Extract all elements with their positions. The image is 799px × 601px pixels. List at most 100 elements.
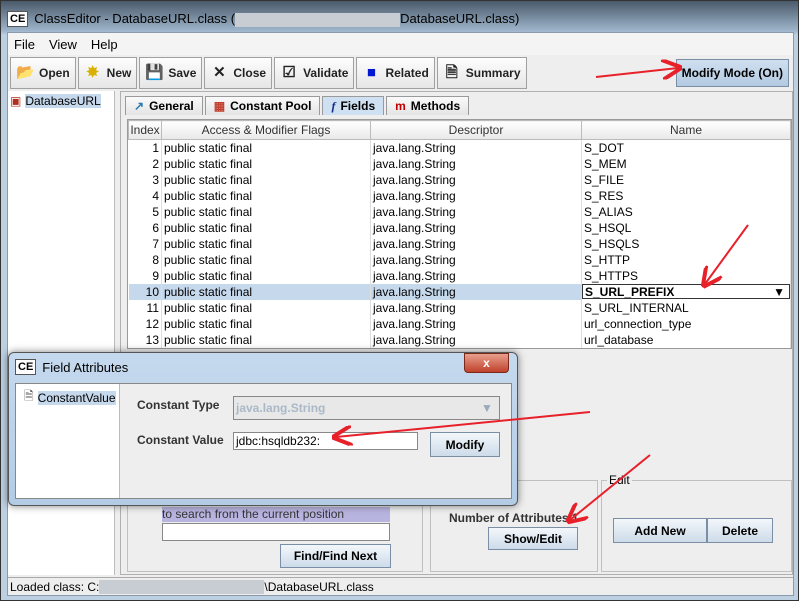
cell-flags[interactable]: public static final [161,267,371,284]
table-row[interactable]: 4 public static final java.lang.String S_RE… [128,187,791,204]
cell-descriptor[interactable]: java.lang.String [370,171,582,188]
cell-flags[interactable]: public static final [161,331,371,348]
add-new-button[interactable]: Add New [613,518,707,543]
validate-button[interactable]: ☑ Validate [274,57,355,89]
cell-descriptor[interactable]: java.lang.String [370,267,582,284]
cell-descriptor[interactable]: java.lang.String [370,219,582,236]
tab-methods[interactable]: m Methods [386,96,470,115]
menu-file[interactable]: File [14,37,35,52]
cell-name[interactable]: S_DOT [581,139,791,156]
cell-descriptor[interactable]: java.lang.String [370,187,582,204]
table-row[interactable]: 6 public static final java.lang.String S_HS… [128,219,791,236]
col-index[interactable]: Index [128,120,162,140]
cell-flags[interactable]: public static final [161,187,371,204]
cell-flags[interactable]: public static final [161,203,371,220]
tree-node-constantvalue[interactable]: 🗎 ConstantValue [24,387,120,408]
table-row[interactable]: 2 public static final java.lang.String S_ME… [128,155,791,172]
table-row[interactable]: 12 public static final java.lang.String url… [128,315,791,332]
modify-mode-toggle[interactable]: Modify Mode (On) [675,59,789,87]
menu-view[interactable]: View [49,37,77,52]
cell-name[interactable]: S_FILE [581,171,791,188]
dialog-title: Field Attributes [42,359,129,375]
summary-button[interactable]: 🗎 Summary [436,57,527,89]
cell-flags[interactable]: public static final [161,155,371,172]
search-input[interactable] [162,523,390,541]
cell-index[interactable]: 13 [128,331,162,348]
cell-descriptor[interactable]: java.lang.String [370,299,582,316]
name-editor[interactable]: S_URL_PREFIX ▼ [582,284,790,299]
cell-descriptor[interactable]: java.lang.String [370,251,582,268]
cell-index[interactable]: 7 [128,235,162,252]
cell-index[interactable]: 10 [128,283,162,300]
tab-fields[interactable]: f Fields [322,96,385,115]
dialog-close-button[interactable]: x [464,353,509,373]
cell-name[interactable]: S_URL_PREFIX ▼ [581,283,791,300]
cell-name[interactable]: S_ALIAS [581,203,791,220]
delete-button[interactable]: Delete [707,518,773,543]
new-button[interactable]: ✸ New [77,57,138,89]
col-flags[interactable]: Access & Modifier Flags [161,120,371,140]
tab-constant-pool[interactable]: ▦ Constant Pool [204,96,321,115]
cell-flags[interactable]: public static final [161,283,371,300]
cell-index[interactable]: 2 [128,155,162,172]
col-name[interactable]: Name [581,120,791,140]
table-row[interactable]: 11 public static final java.lang.String S_U… [128,299,791,316]
cell-descriptor[interactable]: java.lang.String [370,203,582,220]
cell-index[interactable]: 12 [128,315,162,332]
menu-help[interactable]: Help [91,37,118,52]
cell-index[interactable]: 11 [128,299,162,316]
tree-node-class[interactable]: ▣ DatabaseURL [8,91,114,111]
cell-name[interactable]: S_RES [581,187,791,204]
cell-index[interactable]: 9 [128,267,162,284]
tab-general[interactable]: ↗ General [125,96,203,115]
cell-flags[interactable]: public static final [161,235,371,252]
open-button[interactable]: 📂 Open [10,57,76,89]
chevron-down-icon[interactable]: ▼ [769,285,789,299]
related-button[interactable]: ■ Related [356,57,435,89]
cell-descriptor[interactable]: java.lang.String [370,283,582,300]
table-row[interactable]: 3 public static final java.lang.String S_FI… [128,171,791,188]
cell-name[interactable]: S_HTTP [581,251,791,268]
table-row[interactable]: 13 public static final java.lang.String url… [128,331,791,348]
table-row[interactable]: 8 public static final java.lang.String S_HT… [128,251,791,268]
cell-descriptor[interactable]: java.lang.String [370,139,582,156]
cell-flags[interactable]: public static final [161,251,371,268]
cell-name[interactable]: S_MEM [581,155,791,172]
constant-type-select[interactable]: java.lang.String ▼ [233,396,500,420]
find-next-button[interactable]: Find/Find Next [280,544,391,568]
cell-flags[interactable]: public static final [161,219,371,236]
cell-name[interactable]: S_HSQL [581,219,791,236]
cell-name[interactable]: url_connection_type [581,315,791,332]
show-edit-button[interactable]: Show/Edit [488,527,578,550]
cell-flags[interactable]: public static final [161,299,371,316]
cell-index[interactable]: 4 [128,187,162,204]
col-descriptor[interactable]: Descriptor [370,120,582,140]
cell-index[interactable]: 6 [128,219,162,236]
modify-button[interactable]: Modify [430,432,500,457]
cell-name[interactable]: S_URL_INTERNAL [581,299,791,316]
table-row[interactable]: 5 public static final java.lang.String S_AL… [128,203,791,220]
cell-descriptor[interactable]: java.lang.String [370,331,582,348]
attributes-count-label: Number of Attributes 1 [449,511,579,525]
cell-index[interactable]: 5 [128,203,162,220]
cell-index[interactable]: 1 [128,139,162,156]
cell-descriptor[interactable]: java.lang.String [370,155,582,172]
cell-name[interactable]: url_database [581,331,791,348]
cell-flags[interactable]: public static final [161,139,371,156]
constant-value-input[interactable]: jdbc:hsqldb232: [233,432,418,450]
cell-name[interactable]: S_HSQLS [581,235,791,252]
cell-flags[interactable]: public static final [161,171,371,188]
table-row[interactable]: 1 public static final java.lang.String S_DO… [128,139,791,156]
table-row[interactable]: 9 public static final java.lang.String S_HT… [128,267,791,284]
cell-descriptor[interactable]: java.lang.String [370,235,582,252]
toolbar: 📂 Open ✸ New 💾 Save ✕ Close ☑ Validate ■ Relat… [10,57,527,89]
cell-index[interactable]: 3 [128,171,162,188]
cell-index[interactable]: 8 [128,251,162,268]
cell-name[interactable]: S_HTTPS [581,267,791,284]
table-row[interactable]: 7 public static final java.lang.String S_HS… [128,235,791,252]
cell-descriptor[interactable]: java.lang.String [370,315,582,332]
cell-flags[interactable]: public static final [161,315,371,332]
close-button[interactable]: ✕ Close [204,57,273,89]
save-button[interactable]: 💾 Save [139,57,203,89]
table-row[interactable]: 10 public static final java.lang.String S_U… [128,283,791,300]
